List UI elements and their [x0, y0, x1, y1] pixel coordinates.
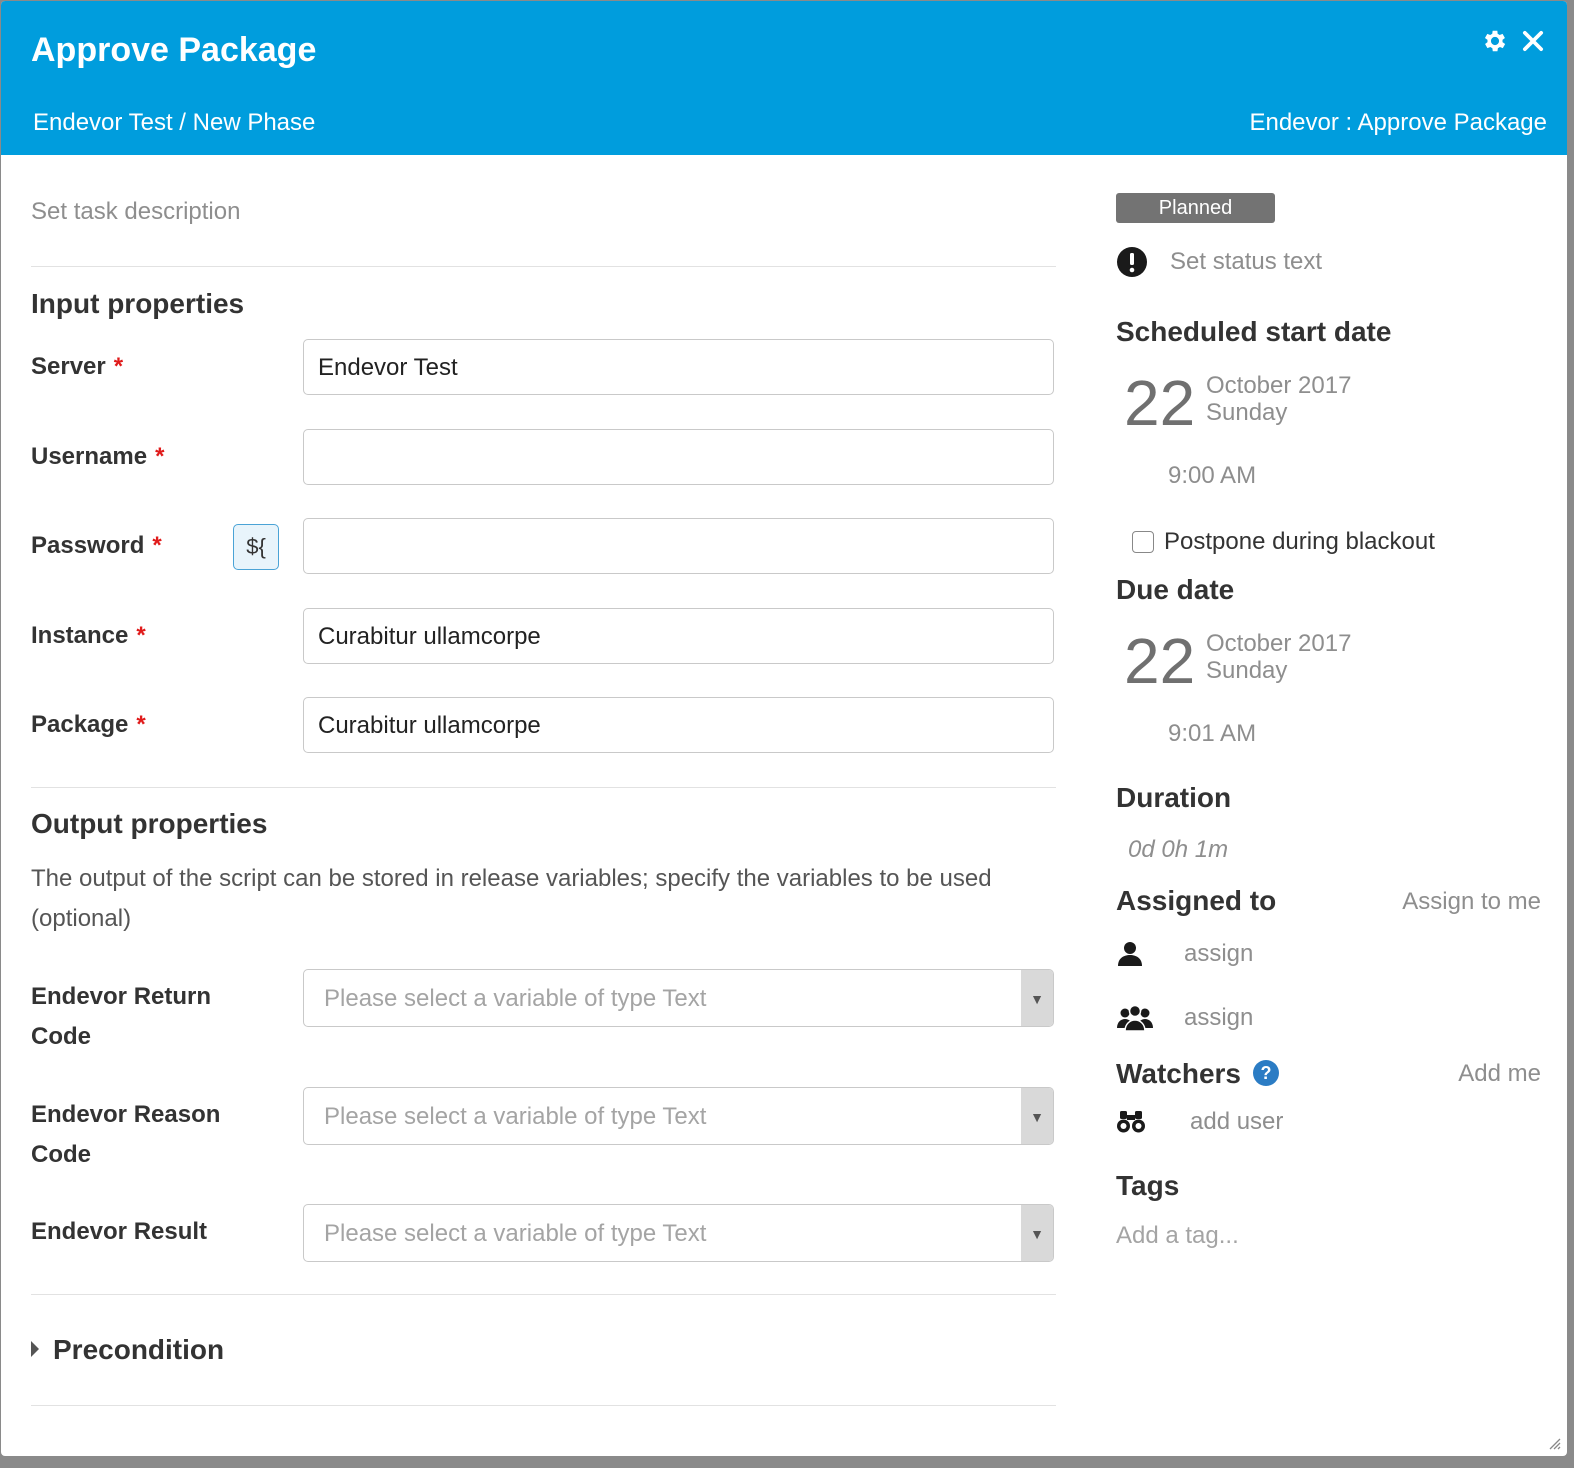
dropdown-arrow-icon[interactable]: ▼: [1021, 1205, 1053, 1261]
assign-user-row[interactable]: assign: [1116, 940, 1253, 968]
due-date-weekday: Sunday: [1206, 657, 1288, 684]
dialog-header: Approve Package Endevor Test / New Phase…: [1, 1, 1567, 155]
task-description[interactable]: Set task description: [31, 198, 240, 226]
team-icon: [1117, 1004, 1153, 1032]
due-date-time[interactable]: 9:01 AM: [1168, 720, 1256, 748]
package-input[interactable]: Curabitur ullamcorpe: [303, 697, 1054, 753]
duration-value[interactable]: 0d 0h 1m: [1128, 836, 1228, 864]
tags-input[interactable]: Add a tag...: [1116, 1222, 1239, 1250]
help-icon[interactable]: ?: [1253, 1059, 1280, 1086]
result-label: Endevor Result: [31, 1218, 208, 1245]
watchers-title: Watchers?: [1116, 1058, 1280, 1090]
scheduled-start-day[interactable]: 22: [1124, 366, 1195, 440]
assign-user-input[interactable]: assign: [1184, 940, 1253, 968]
server-input[interactable]: Endevor Test: [303, 339, 1054, 395]
username-input[interactable]: [303, 429, 1054, 485]
input-properties-title: Input properties: [31, 288, 245, 319]
approve-package-dialog: Approve Package Endevor Test / New Phase…: [1, 1, 1567, 1456]
scheduled-start-weekday: Sunday: [1206, 399, 1288, 426]
dialog-title: Approve Package: [31, 31, 317, 69]
reason-code-placeholder: Please select a variable of type Text: [324, 1103, 707, 1130]
package-label: Package *: [31, 711, 146, 738]
dropdown-arrow-icon[interactable]: ▼: [1021, 970, 1053, 1026]
divider: [31, 1405, 1056, 1406]
reason-code-select[interactable]: Please select a variable of type Text ▼: [303, 1087, 1054, 1145]
scheduled-start-time[interactable]: 9:00 AM: [1168, 462, 1256, 490]
assign-team-row[interactable]: assign: [1116, 1004, 1253, 1032]
user-icon: [1118, 942, 1142, 966]
add-watcher-row[interactable]: add user: [1116, 1108, 1283, 1136]
binoculars-icon: [1117, 1111, 1145, 1133]
duration-title: Duration: [1116, 782, 1232, 813]
output-properties-description: The output of the script can be stored i…: [31, 865, 992, 932]
divider: [31, 266, 1056, 267]
username-label: Username *: [31, 443, 165, 470]
instance-input[interactable]: Curabitur ullamcorpe: [303, 608, 1054, 664]
add-me-link[interactable]: Add me: [1458, 1060, 1541, 1088]
variable-toggle-button[interactable]: ${: [233, 524, 279, 570]
status-text-input[interactable]: Set status text: [1170, 248, 1322, 276]
password-input[interactable]: [303, 518, 1054, 574]
assign-to-me-link[interactable]: Assign to me: [1402, 888, 1541, 916]
breadcrumb[interactable]: Endevor Test / New Phase: [33, 109, 315, 137]
scheduled-start-title: Scheduled start date: [1116, 316, 1392, 347]
task-type-label: Endevor : Approve Package: [1249, 109, 1547, 136]
tags-title: Tags: [1116, 1170, 1180, 1201]
divider: [31, 1294, 1056, 1295]
gear-icon[interactable]: [1481, 27, 1509, 55]
password-label: Password *: [31, 532, 162, 559]
assign-team-input[interactable]: assign: [1184, 1004, 1253, 1032]
due-date-month[interactable]: October 2017: [1206, 630, 1351, 658]
caret-right-icon: [31, 1340, 39, 1357]
scheduled-start-month[interactable]: October 2017: [1206, 372, 1351, 400]
status-text-row: Set status text: [1116, 246, 1322, 278]
postpone-label[interactable]: Postpone during blackout: [1164, 528, 1435, 556]
add-user-input[interactable]: add user: [1190, 1108, 1283, 1136]
assigned-to-title: Assigned to: [1116, 885, 1277, 916]
precondition-toggle[interactable]: Precondition: [31, 1334, 224, 1366]
instance-label: Instance *: [31, 622, 146, 649]
close-icon[interactable]: [1519, 27, 1547, 55]
due-date-day[interactable]: 22: [1124, 624, 1195, 698]
result-select[interactable]: Please select a variable of type Text ▼: [303, 1204, 1054, 1262]
postpone-blackout-row[interactable]: Postpone during blackout: [1132, 528, 1435, 556]
due-date-title: Due date: [1116, 574, 1235, 605]
output-properties-title: Output properties: [31, 808, 268, 839]
exclamation-icon: [1117, 247, 1147, 277]
return-code-select[interactable]: Please select a variable of type Text ▼: [303, 969, 1054, 1027]
server-label: Server *: [31, 353, 124, 380]
reason-code-label: Endevor Reason Code: [31, 1101, 221, 1168]
postpone-checkbox[interactable]: [1132, 531, 1154, 553]
dropdown-arrow-icon[interactable]: ▼: [1021, 1088, 1053, 1144]
status-badge: Planned: [1116, 193, 1275, 223]
return-code-placeholder: Please select a variable of type Text: [324, 985, 707, 1012]
resize-handle-icon[interactable]: [1545, 1434, 1561, 1450]
return-code-label: Endevor Return Code: [31, 983, 212, 1050]
result-placeholder: Please select a variable of type Text: [324, 1220, 707, 1247]
divider: [31, 787, 1056, 788]
header-icons: [1481, 27, 1547, 55]
